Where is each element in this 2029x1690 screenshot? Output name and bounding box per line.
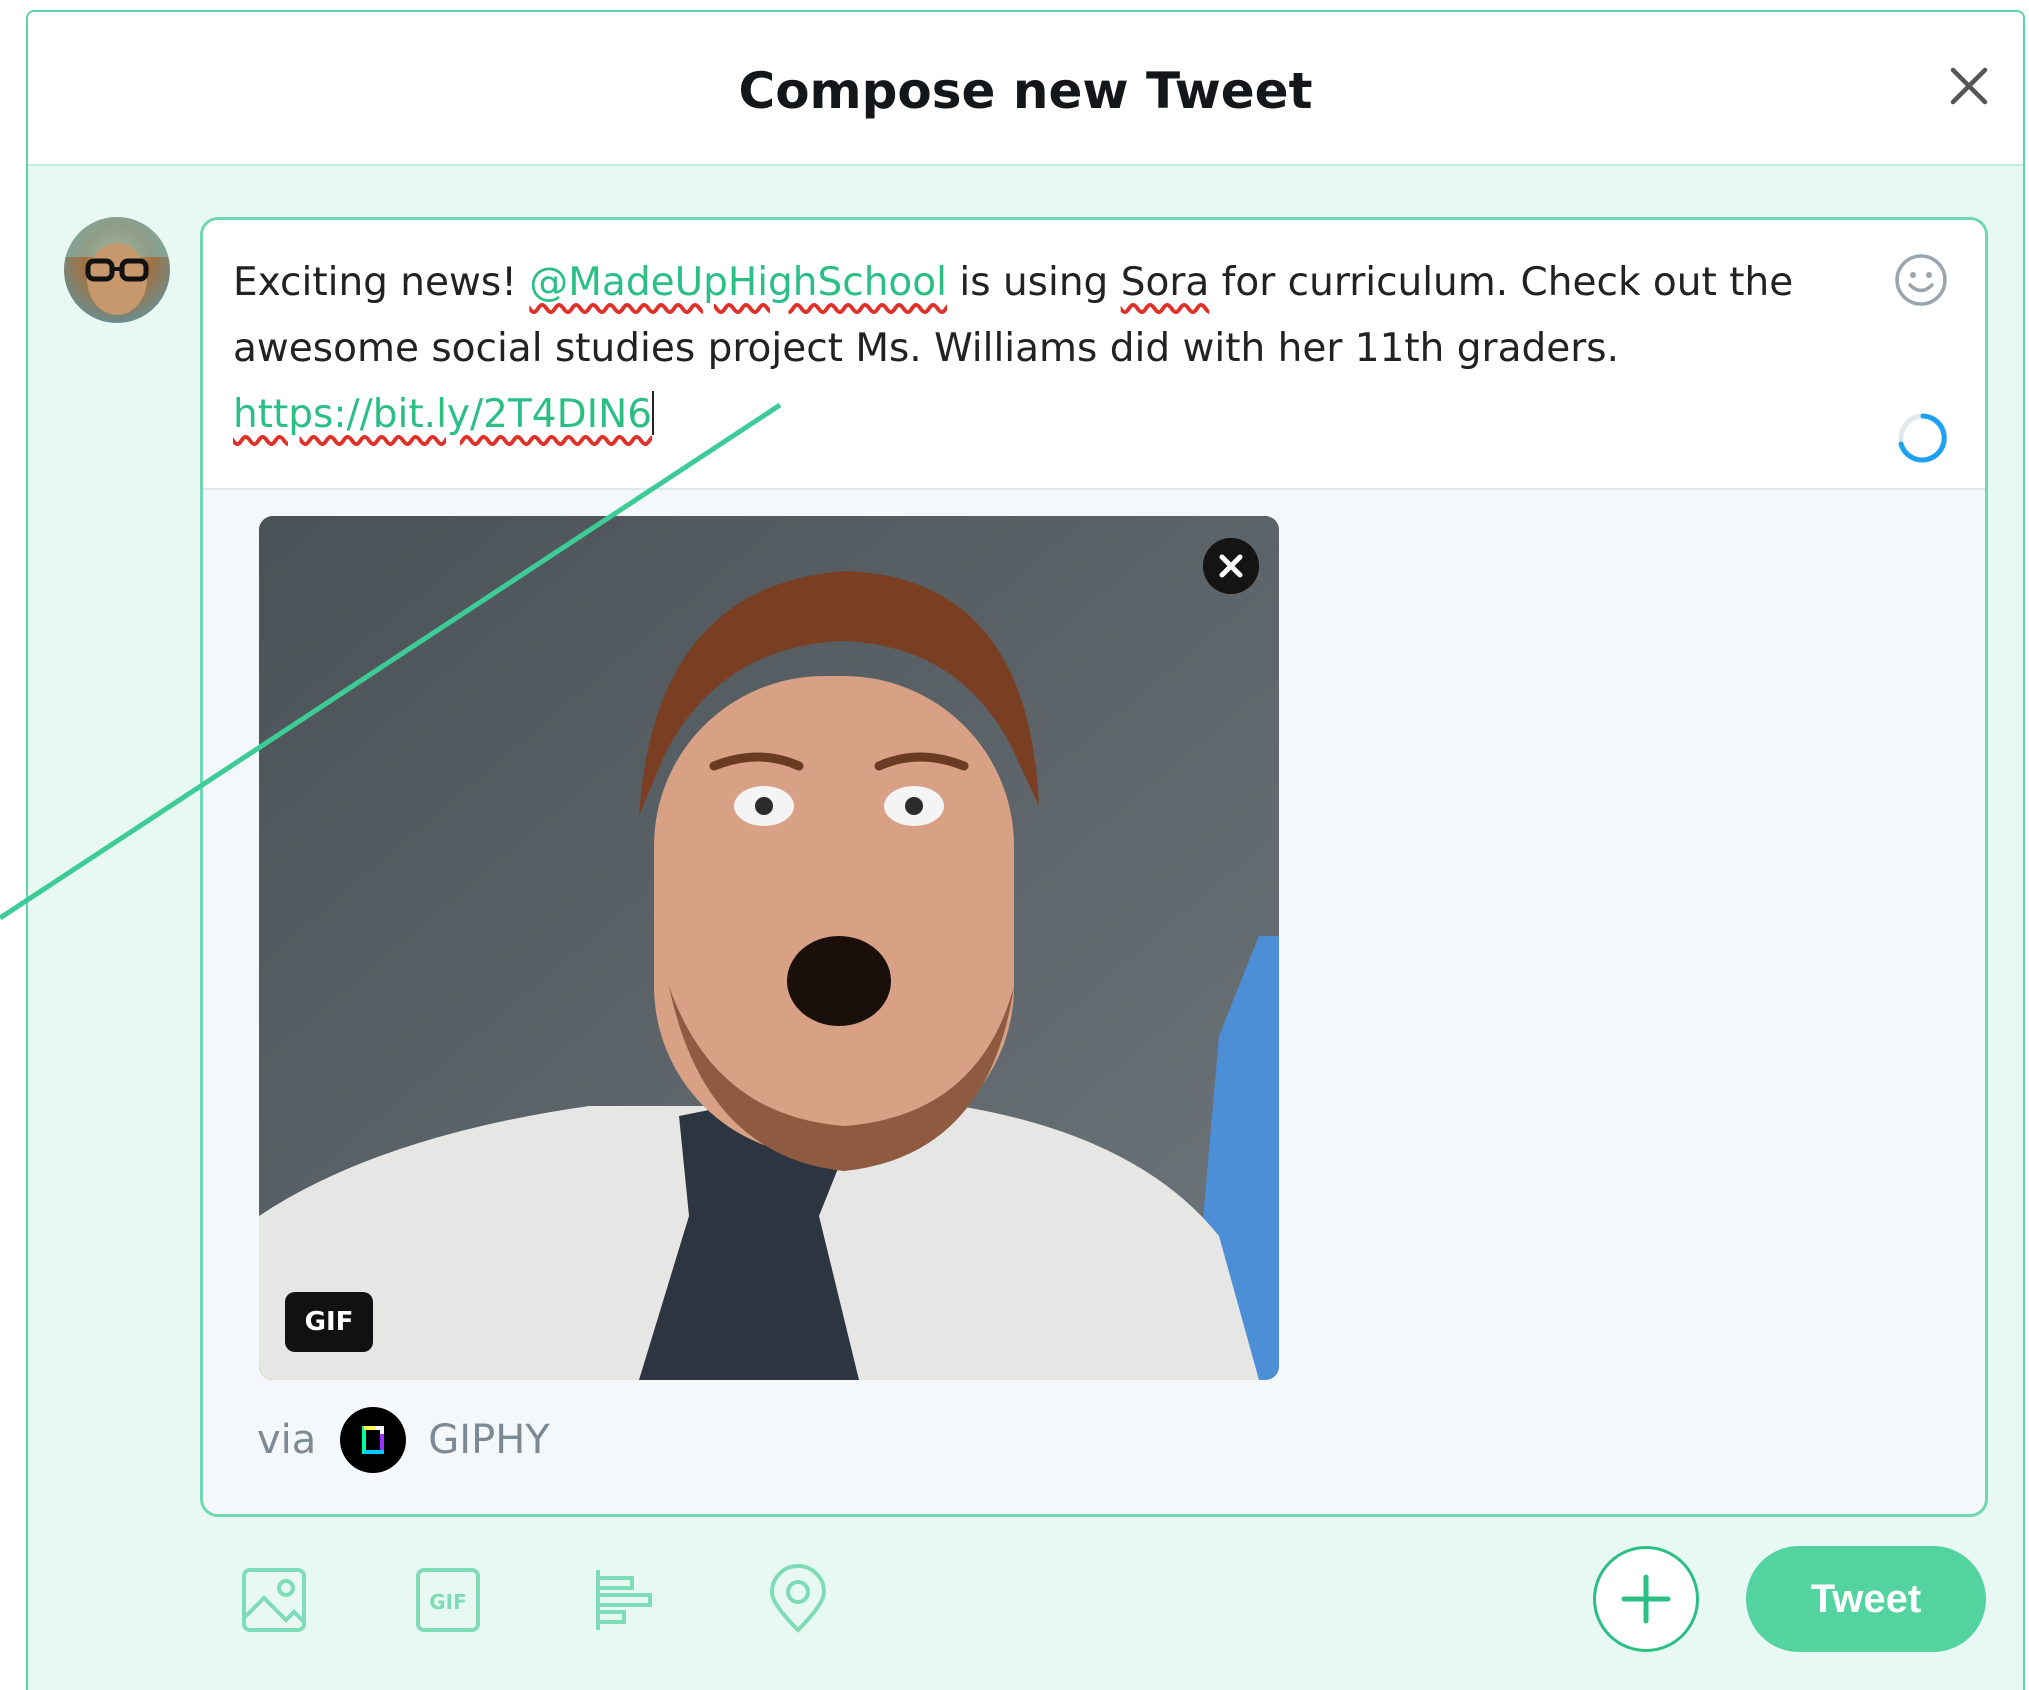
tweet-text[interactable]: Exciting news! @MadeUpHighSchool is usin…: [233, 250, 1873, 448]
gif-icon[interactable]: GIF: [408, 1560, 488, 1640]
tweet-text-area[interactable]: Exciting news! @MadeUpHighSchool is usin…: [203, 220, 1985, 490]
poll-icon[interactable]: [584, 1560, 664, 1640]
text-caret: [652, 391, 655, 435]
location-icon[interactable]: [758, 1560, 838, 1640]
gif-attribution: via GIPHY: [257, 1405, 550, 1475]
modal-header: Compose new Tweet: [28, 12, 2023, 166]
plus-icon: [1621, 1574, 1671, 1624]
avatar-face-icon: [64, 217, 170, 315]
giphy-logo-icon: [340, 1407, 407, 1473]
tweet-text-intro: Exciting news!: [233, 260, 530, 305]
character-count-spinner-icon: [1898, 413, 1948, 463]
svg-text:GIF: GIF: [429, 1590, 467, 1614]
compose-toolbar: GIF Tweet: [28, 1542, 2023, 1662]
avatar[interactable]: [64, 217, 170, 323]
mention-link[interactable]: @MadeUpHighSchool: [529, 260, 947, 305]
compose-tweet-modal: Compose new Tweet Exciting news! @MadeUp…: [26, 10, 2025, 1690]
tweet-text-mid: is using: [947, 260, 1121, 305]
close-icon[interactable]: [1939, 56, 1999, 116]
tweet-composer: Exciting news! @MadeUpHighSchool is usin…: [200, 217, 1988, 1517]
gif-preview: GIF: [259, 516, 1279, 1380]
gif-badge: GIF: [285, 1292, 373, 1352]
giphy-label[interactable]: GIPHY: [428, 1417, 549, 1463]
tweet-button[interactable]: Tweet: [1746, 1546, 1986, 1652]
modal-title: Compose new Tweet: [738, 62, 1313, 120]
add-tweet-button[interactable]: [1593, 1546, 1699, 1652]
gif-image-icon: [259, 516, 1279, 1380]
misspelled-word: Sora: [1120, 260, 1210, 305]
remove-media-icon[interactable]: [1203, 538, 1259, 594]
url-link[interactable]: https://bit.ly/2T4DIN6: [233, 392, 652, 437]
via-label: via: [257, 1417, 317, 1463]
image-icon[interactable]: [234, 1560, 314, 1640]
emoji-icon[interactable]: [1891, 250, 1951, 310]
